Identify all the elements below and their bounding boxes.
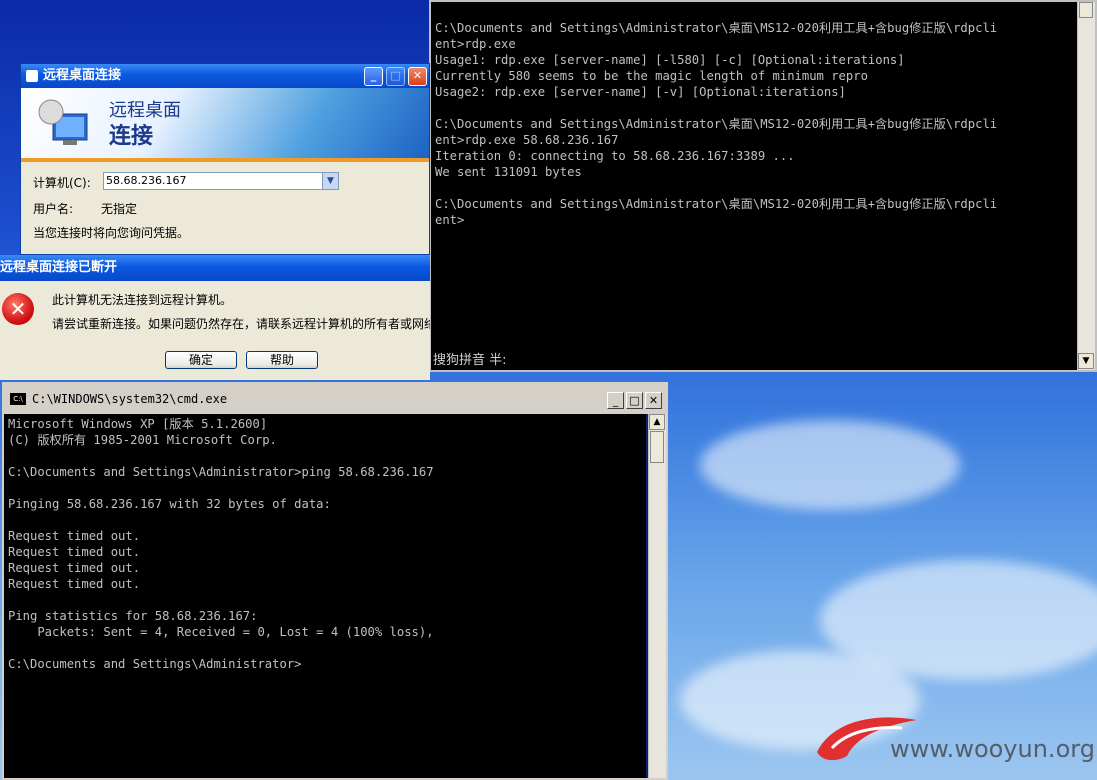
user-value: 无指定 (101, 202, 138, 216)
credentials-note: 当您连接时将向您询问凭据。 (33, 226, 190, 240)
console-line: ent>rdp.exe (435, 37, 516, 51)
scroll-up-button[interactable]: ▲ (649, 414, 665, 430)
computer-value: 58.68.236.167 (106, 174, 187, 187)
cmd-text: Microsoft Windows XP [版本 5.1.2600] (C) 版权… (8, 416, 646, 672)
console-line: Request timed out. (8, 545, 141, 559)
ime-status: 搜狗拼音 半: (433, 353, 507, 368)
scroll-thumb[interactable] (1079, 2, 1093, 18)
remote-desktop-window[interactable]: 远程桌面连接 _ □ ✕ 远程桌面 连接 计算机(C): 58.68.236.1… (20, 63, 430, 255)
disconnect-dialog[interactable]: 远程桌面连接已断开 ✕ 此计算机无法连接到远程计算机。 请尝试重新连接。如果问题… (0, 255, 430, 380)
console-line: Request timed out. (8, 529, 141, 543)
console-line: Ping statistics for 58.68.236.167: (8, 609, 258, 623)
rdp-app-icon (26, 70, 38, 82)
cmd-window-title: C:\WINDOWS\system32\cmd.exe (32, 392, 228, 406)
rdp-title-bar[interactable]: 远程桌面连接 _ □ ✕ (21, 64, 429, 88)
cmd-output: Microsoft Windows XP [版本 5.1.2600] (C) 版权… (4, 414, 646, 778)
vertical-scrollbar[interactable]: ▲ (648, 414, 666, 778)
console-line: C:\Documents and Settings\Administrator> (8, 657, 302, 671)
console-line: We sent 131091 bytes (435, 165, 582, 179)
scroll-thumb[interactable] (650, 431, 664, 463)
console-line: Usage2: rdp.exe [server-name] [-v] [Opti… (435, 85, 846, 99)
chevron-down-icon[interactable]: ▼ (322, 173, 338, 189)
cloud (700, 420, 960, 510)
console-output: C:\Documents and Settings\Administrator\… (435, 20, 1075, 370)
console-line: C:\Documents and Settings\Administrator\… (435, 197, 998, 211)
watermark-text: www.wooyun.org (890, 735, 1095, 763)
console-line: Request timed out. (8, 561, 141, 575)
error-icon: ✕ (2, 293, 34, 325)
minimize-button[interactable]: _ (364, 67, 383, 86)
console-line: (C) 版权所有 1985-2001 Microsoft Corp. (8, 433, 277, 447)
cmd-window[interactable]: C:\ C:\WINDOWS\system32\cmd.exe _ □ ✕ Mi… (2, 382, 668, 780)
console-line: Packets: Sent = 4, Received = 0, Lost = … (8, 625, 434, 639)
console-text: C:\Documents and Settings\Administrator\… (435, 20, 1075, 228)
dialog-message-2: 请尝试重新连接。如果问题仍然存在，请联系远程计算机的所有者或网络 (52, 317, 430, 331)
dialog-message-1: 此计算机无法连接到远程计算机。 (52, 293, 233, 307)
console-line: C:\Documents and Settings\Administrator\… (435, 21, 998, 35)
vertical-scrollbar[interactable]: ▼ (1077, 2, 1095, 370)
user-label: 用户名: (33, 202, 74, 216)
help-button[interactable]: 帮助 (246, 351, 318, 369)
console-line: C:\Documents and Settings\Administrator>… (8, 465, 434, 479)
console-line: ent>rdp.exe 58.68.236.167 (435, 133, 619, 147)
cmd-icon: C:\ (10, 393, 26, 405)
computer-select[interactable]: 58.68.236.167 ▼ (103, 172, 339, 190)
computer-label: 计算机(C): (33, 176, 91, 190)
console-line: ent> (435, 213, 465, 227)
console-window-top[interactable]: C:\Documents and Settings\Administrator\… (429, 0, 1097, 372)
console-line: Usage1: rdp.exe [server-name] [-l580] [-… (435, 53, 905, 67)
dialog-title: 远程桌面连接已断开 (0, 260, 118, 275)
minimize-button[interactable]: _ (607, 392, 624, 409)
console-line: Currently 580 seems to be the magic leng… (435, 69, 868, 83)
ok-button[interactable]: 确定 (165, 351, 237, 369)
scroll-down-button[interactable]: ▼ (1078, 353, 1094, 369)
console-line: Request timed out. (8, 577, 141, 591)
maximize-button[interactable]: □ (386, 67, 405, 86)
console-line: Iteration 0: connecting to 58.68.236.167… (435, 149, 795, 163)
cmd-title-bar[interactable]: C:\ C:\WINDOWS\system32\cmd.exe _ □ ✕ (4, 384, 666, 414)
rdp-banner: 远程桌面 连接 (21, 88, 429, 162)
remote-desktop-icon (38, 99, 88, 145)
close-button[interactable]: ✕ (645, 392, 662, 409)
console-line: Microsoft Windows XP [版本 5.1.2600] (8, 417, 268, 431)
maximize-button[interactable]: □ (626, 392, 643, 409)
console-line: C:\Documents and Settings\Administrator\… (435, 117, 998, 131)
rdp-window-title: 远程桌面连接 (43, 68, 122, 83)
dialog-title-bar[interactable]: 远程桌面连接已断开 (0, 255, 430, 281)
console-line: Pinging 58.68.236.167 with 32 bytes of d… (8, 497, 331, 511)
banner-line2: 连接 (109, 124, 154, 149)
close-button[interactable]: ✕ (408, 67, 427, 86)
